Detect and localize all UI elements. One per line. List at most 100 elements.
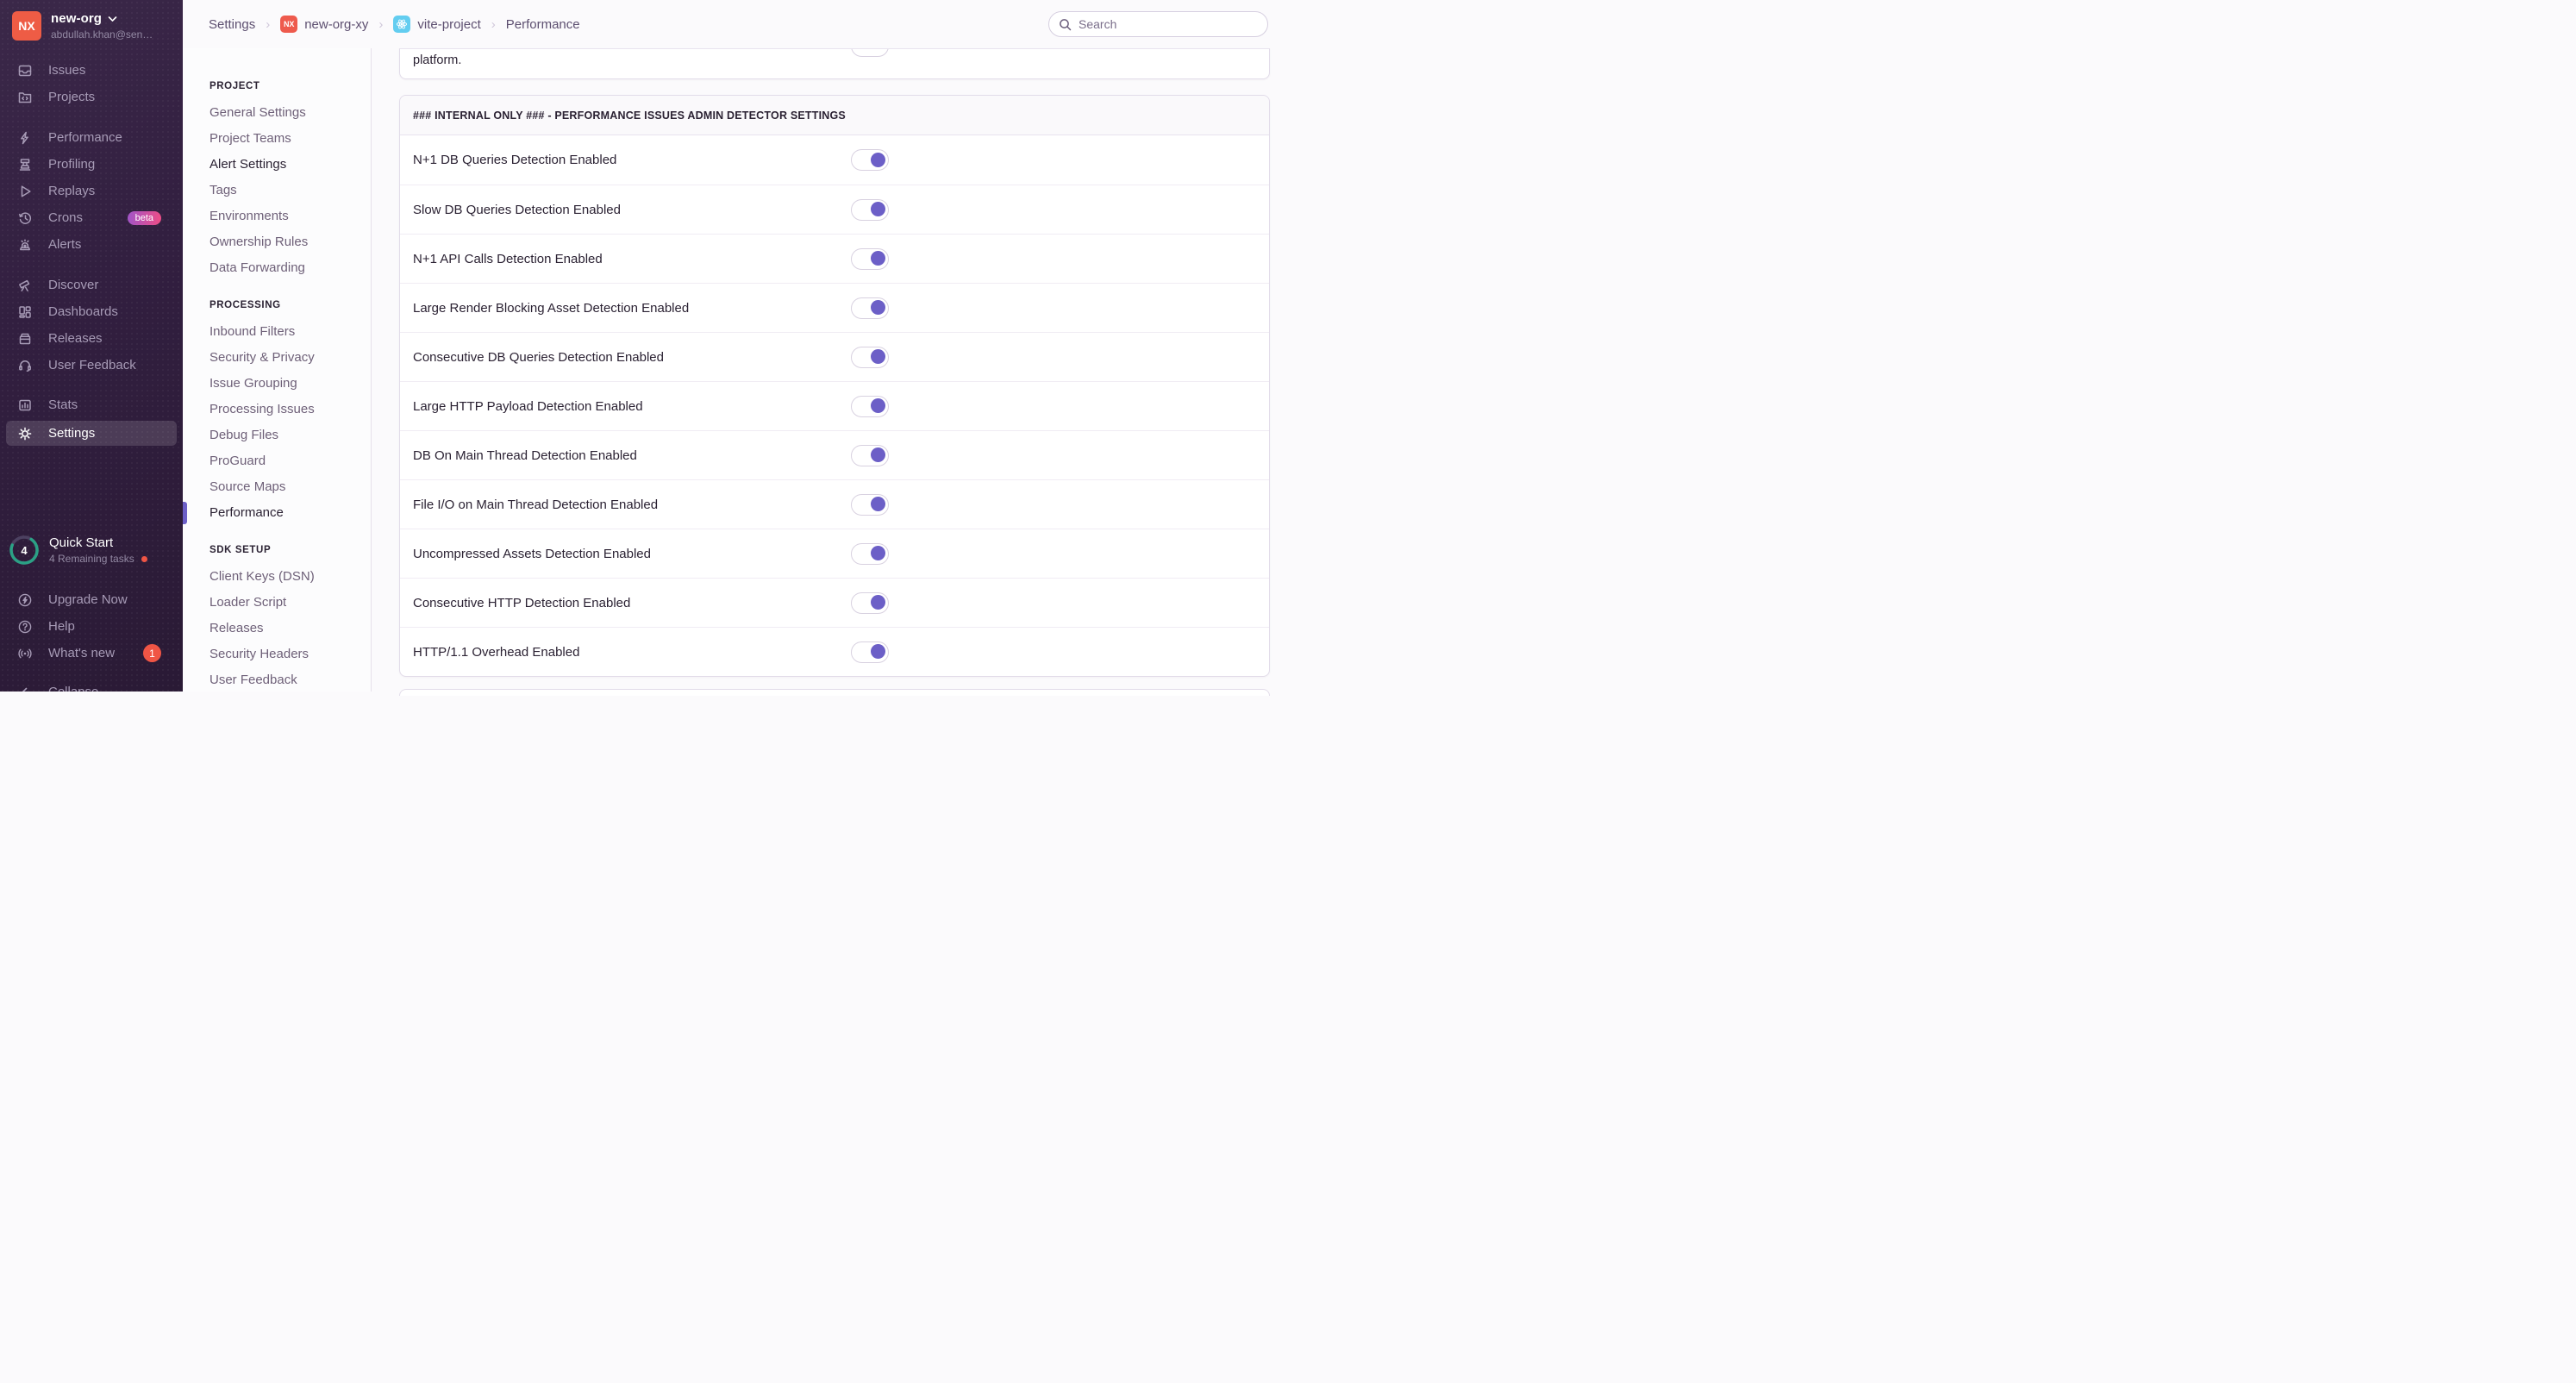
quick-start-title: Quick Start (49, 535, 114, 550)
org-switcher[interactable]: NX new-org abdullah.khan@sen… (0, 0, 183, 41)
subnav-item-ownership-rules[interactable]: Ownership Rules (209, 229, 371, 255)
search-input[interactable] (1079, 17, 1251, 31)
subnav-item-performance[interactable]: Performance (183, 500, 371, 526)
toggle[interactable] (851, 149, 889, 171)
sidebar-item-profiling[interactable]: Profiling (0, 151, 183, 178)
sidebar-collapse-button[interactable]: Collapse (0, 679, 183, 692)
next-panel-partial (399, 689, 1270, 696)
org-avatar: NX (12, 11, 41, 41)
sidebar-item-label: User Feedback (48, 358, 136, 372)
sidebar-item-help[interactable]: Help (0, 613, 183, 640)
breadcrumb-performance[interactable]: Performance (506, 17, 580, 32)
chevron-down-icon (108, 16, 117, 22)
archive-box-icon (17, 331, 33, 347)
subnav-item-processing-issues[interactable]: Processing Issues (209, 397, 371, 422)
setting-row-consecutive-db-queries: Consecutive DB Queries Detection Enabled (400, 332, 1269, 381)
toggle[interactable] (851, 641, 889, 663)
quick-start-widget[interactable]: 4 Quick Start 4 Remaining tasks (9, 535, 147, 566)
toggle[interactable] (851, 542, 889, 565)
primary-sidebar: NX new-org abdullah.khan@sen… Issues Pro… (0, 0, 183, 692)
subnav-item-client-keys[interactable]: Client Keys (DSN) (209, 564, 371, 590)
sidebar-item-discover[interactable]: Discover (0, 272, 183, 298)
subnav-item-issue-grouping[interactable]: Issue Grouping (209, 371, 371, 397)
bar-chart-icon (17, 397, 33, 413)
org-name: new-org (51, 11, 103, 26)
setting-row-db-on-main-thread: DB On Main Thread Detection Enabled (400, 430, 1269, 479)
toggle[interactable] (851, 198, 889, 221)
react-project-icon (393, 16, 411, 33)
sidebar-item-dashboards[interactable]: Dashboards (0, 298, 183, 325)
toggle[interactable] (851, 297, 889, 319)
subnav-item-releases[interactable]: Releases (209, 616, 371, 641)
quick-start-count: 4 (21, 543, 28, 557)
toggle[interactable] (851, 395, 889, 417)
subnav-item-security-privacy[interactable]: Security & Privacy (209, 345, 371, 371)
setting-row-uncompressed-assets: Uncompressed Assets Detection Enabled (400, 529, 1269, 578)
siren-icon (17, 237, 33, 253)
panel-title: ### INTERNAL ONLY ### - PERFORMANCE ISSU… (400, 96, 1269, 135)
search-box[interactable] (1048, 11, 1268, 37)
subnav-item-alert-settings[interactable]: Alert Settings (209, 152, 371, 178)
setting-row-file-io-on-main-thread: File I/O on Main Thread Detection Enable… (400, 479, 1269, 529)
sidebar-item-user-feedback[interactable]: User Feedback (0, 352, 183, 379)
sidebar-item-projects[interactable]: Projects (0, 84, 183, 110)
sidebar-item-label: Alerts (48, 237, 82, 252)
breadcrumb-settings[interactable]: Settings (209, 17, 255, 32)
toggle[interactable] (851, 444, 889, 466)
breadcrumb-separator: › (378, 16, 384, 32)
subnav-heading: SDK SETUP (209, 545, 272, 555)
sidebar-item-label: Stats (48, 397, 78, 412)
subnav-item-inbound-filters[interactable]: Inbound Filters (209, 319, 371, 345)
subnav-item-environments[interactable]: Environments (209, 203, 371, 229)
play-icon (17, 184, 33, 199)
sidebar-item-label: Upgrade Now (48, 592, 128, 607)
profiling-icon (17, 157, 33, 172)
subnav-item-source-maps[interactable]: Source Maps (209, 474, 371, 500)
subnav-item-loader-script[interactable]: Loader Script (209, 590, 371, 616)
sidebar-item-label: Issues (48, 63, 86, 78)
search-icon (1058, 17, 1072, 32)
breadcrumb-organization[interactable]: NX new-org-xy (280, 16, 368, 33)
sidebar-item-releases[interactable]: Releases (0, 325, 183, 352)
sidebar-item-label: Dashboards (48, 304, 118, 319)
subnav-item-user-feedback[interactable]: User Feedback (209, 667, 371, 692)
detector-settings-panel: ### INTERNAL ONLY ### - PERFORMANCE ISSU… (399, 95, 1270, 677)
toggle[interactable] (851, 493, 889, 516)
subnav-item-tags[interactable]: Tags (209, 178, 371, 203)
toggle[interactable] (851, 346, 889, 368)
toggle[interactable] (851, 247, 889, 270)
subnav-item-security-headers[interactable]: Security Headers (209, 641, 371, 667)
setting-row-n1-api-calls: N+1 API Calls Detection Enabled (400, 234, 1269, 283)
sidebar-item-crons[interactable]: Crons beta (0, 204, 183, 231)
sidebar-item-upgrade-now[interactable]: Upgrade Now (0, 586, 183, 613)
broadcast-icon (17, 646, 33, 661)
lightning-icon (17, 130, 33, 146)
whats-new-badge: 1 (143, 644, 161, 662)
sidebar-item-stats[interactable]: Stats (0, 391, 183, 418)
subnav-item-data-forwarding[interactable]: Data Forwarding (209, 255, 371, 281)
toggle[interactable] (851, 591, 889, 614)
subnav-item-debug-files[interactable]: Debug Files (209, 422, 371, 448)
setting-row-n1-db-queries: N+1 DB Queries Detection Enabled (400, 135, 1269, 185)
sidebar-item-whats-new[interactable]: What's new 1 (0, 640, 183, 666)
sidebar-footer: Upgrade Now Help What's new 1 Collapse (0, 586, 183, 692)
breadcrumb-separator: › (491, 16, 496, 32)
sidebar-item-label: Projects (48, 90, 96, 104)
subnav-item-proguard[interactable]: ProGuard (209, 448, 371, 474)
sidebar-item-replays[interactable]: Replays (0, 178, 183, 204)
telescope-icon (17, 278, 33, 293)
sidebar-item-alerts[interactable]: Alerts (0, 231, 183, 258)
subnav-item-project-teams[interactable]: Project Teams (209, 126, 371, 152)
quick-start-progress-ring: 4 (9, 535, 40, 566)
subnav-item-general-settings[interactable]: General Settings (209, 100, 371, 126)
sidebar-item-issues[interactable]: Issues (0, 57, 183, 84)
sidebar-item-label: Settings (48, 426, 96, 441)
toggle[interactable] (851, 49, 889, 57)
primary-nav: Issues Projects Performance Profiling Re… (0, 57, 183, 446)
chevron-left-icon (17, 685, 33, 692)
breadcrumb-project[interactable]: vite-project (393, 16, 481, 33)
sidebar-item-performance[interactable]: Performance (0, 124, 183, 151)
subnav-heading: PROJECT (209, 81, 260, 91)
user-email: abdullah.khan@sen… (51, 28, 153, 41)
sidebar-item-settings[interactable]: Settings (6, 421, 177, 446)
